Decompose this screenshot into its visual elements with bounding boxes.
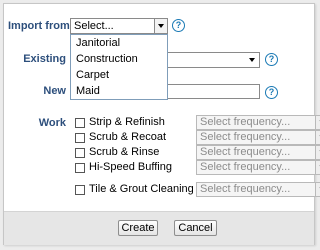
work-label: Work [38,117,66,129]
frequency-dropdown-button[interactable] [315,146,320,159]
import-from-dropdown-button[interactable] [154,19,167,33]
work-item-label: Scrub & Rinse [89,146,160,158]
option-carpet[interactable]: Carpet [71,67,167,83]
help-icon[interactable]: ? [172,19,185,32]
work-item-label: Strip & Refinish [89,116,165,128]
help-icon[interactable]: ? [265,86,278,99]
frequency-dropdown-button[interactable] [315,161,320,174]
dialog-footer: Create Cancel [4,211,314,245]
frequency-value: Select frequency... [200,131,291,143]
work-checkbox-hi-speed-buffing[interactable] [75,163,85,173]
frequency-value: Select frequency... [200,146,291,158]
work-checkbox-scrub-recoat[interactable] [75,133,85,143]
frequency-select-scrub-rinse[interactable]: Select frequency... [196,145,320,160]
frequency-value: Select frequency... [200,183,291,195]
frequency-value: Select frequency... [200,161,291,173]
work-checkbox-tile-grout-cleaning[interactable] [75,185,85,195]
work-checkbox-strip-refinish[interactable] [75,118,85,128]
frequency-select-tile-grout-cleaning[interactable]: Select frequency... [196,182,320,197]
import-from-label: Import from [8,20,70,32]
existing-label: Existing [23,53,66,65]
work-checkbox-scrub-rinse[interactable] [75,148,85,158]
work-item-label: Tile & Grout Cleaning [89,183,194,195]
option-construction[interactable]: Construction [71,51,167,67]
frequency-dropdown-button[interactable] [315,131,320,144]
frequency-value: Select frequency... [200,116,291,128]
import-from-selected: Select... [74,20,114,32]
create-button[interactable]: Create [118,220,158,236]
work-item-label: Hi-Speed Buffing [89,161,172,173]
work-item-label: Scrub & Recoat [89,131,167,143]
import-dialog: Import from Select... ? Janitorial Const… [3,3,320,245]
cancel-button[interactable]: Cancel [174,220,217,236]
help-icon[interactable]: ? [265,53,278,66]
chevron-down-icon[interactable] [249,58,255,62]
frequency-dropdown-button[interactable] [315,116,320,129]
import-from-select[interactable]: Select... [70,18,168,34]
frequency-dropdown-button[interactable] [315,183,320,196]
import-from-options: Janitorial Construction Carpet Maid [70,34,168,100]
new-label: New [43,85,66,97]
frequency-select-scrub-recoat[interactable]: Select frequency... [196,130,320,145]
frequency-select-hi-speed-buffing[interactable]: Select frequency... [196,160,320,175]
frequency-select-strip-refinish[interactable]: Select frequency... [196,115,320,130]
option-maid[interactable]: Maid [71,83,167,99]
option-janitorial[interactable]: Janitorial [71,35,167,51]
chevron-down-icon [158,24,164,28]
